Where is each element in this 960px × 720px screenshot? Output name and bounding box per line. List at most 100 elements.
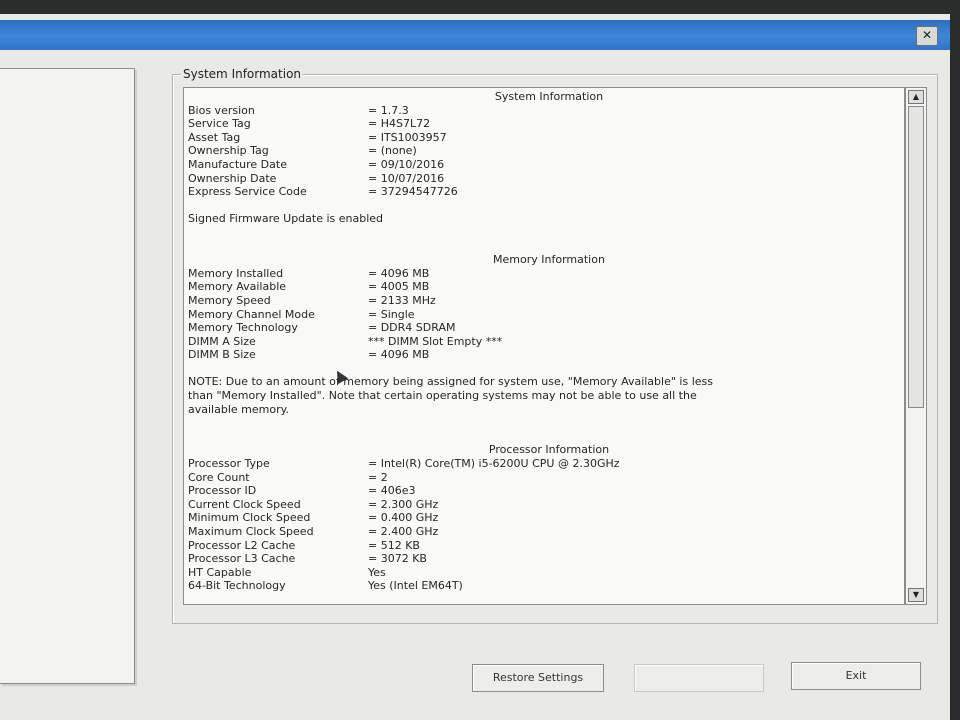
disabled-button [634, 664, 764, 692]
info-value: = 406e3 [368, 484, 416, 498]
info-label: Current Clock Speed [188, 497, 301, 511]
info-value: = 4096 MB [368, 266, 430, 280]
scroll-down-button[interactable]: ▼ [908, 588, 924, 602]
exit-button[interactable]: Exit [791, 662, 921, 690]
info-label: Express Service Code [188, 185, 307, 199]
info-value: = 4005 MB [368, 280, 430, 294]
window-titlebar: ✕ [0, 20, 950, 50]
navigation-panel[interactable] [0, 68, 135, 684]
info-value: = 0.400 GHz [368, 511, 439, 525]
info-value: = 512 KB [368, 538, 420, 552]
info-label: Bios version [188, 103, 255, 117]
info-row: Ownership Date = 10/07/2016 [188, 172, 900, 186]
info-label: Memory Speed [188, 293, 271, 307]
memory-heading: Memory Information [493, 253, 605, 267]
info-value: = Intel(R) Core(TM) i5-6200U CPU @ 2.30G… [368, 457, 620, 471]
info-row: Ownership Tag = (none) [188, 144, 900, 158]
restore-settings-button[interactable]: Restore Settings [472, 664, 604, 692]
info-row: Current Clock Speed = 2.300 GHz [188, 498, 900, 512]
info-label: Service Tag [188, 117, 251, 131]
info-row: Asset Tag = ITS1003957 [188, 131, 900, 145]
info-value: = 2133 MHz [368, 293, 436, 307]
info-label: Core Count [188, 470, 250, 484]
info-value: *** DIMM Slot Empty *** [368, 334, 503, 348]
info-value: = DDR4 SDRAM [368, 321, 456, 335]
info-value: = 09/10/2016 [368, 157, 445, 171]
info-row: Memory Speed = 2133 MHz [188, 294, 900, 308]
close-icon: ✕ [921, 28, 933, 42]
info-value: = 2 [368, 470, 388, 484]
info-value: = 2.400 GHz [368, 525, 439, 538]
processor-heading: Processor Information [488, 443, 610, 457]
memory-note-line: than "Memory Installed". Note that certa… [188, 389, 697, 403]
info-row: Minimum Clock Speed = 0.400 GHz [188, 511, 900, 525]
memory-note-line: available memory. [188, 402, 290, 416]
processor-rows: Processor Type = Intel(R) Core(TM) i5-620… [188, 457, 900, 593]
info-row: Manufacture Date = 09/10/2016 [188, 158, 900, 172]
info-value: = 37294547726 [368, 185, 458, 199]
info-row: Express Service Code = 37294547726 [188, 185, 900, 199]
info-row: DIMM A Size *** DIMM Slot Empty *** [188, 335, 900, 349]
info-label: Memory Installed [188, 266, 284, 280]
bios-screen: ✕ System Information System Information … [0, 14, 950, 720]
info-row: Service Tag = H4S7L72 [188, 117, 900, 131]
info-value: = 4096 MB [368, 348, 430, 362]
info-row: HT Capable Yes [188, 566, 900, 580]
scroll-thumb[interactable] [908, 106, 924, 408]
info-value: = H4S7L72 [368, 117, 431, 131]
info-label: DIMM B Size [188, 348, 256, 362]
group-title: System Information [181, 67, 304, 81]
info-label: Processor L3 Cache [188, 552, 296, 566]
info-label: Minimum Clock Speed [188, 511, 311, 525]
info-value: Yes [368, 565, 386, 579]
info-label: HT Capable [188, 565, 252, 579]
info-value: = 1.7.3 [368, 103, 409, 117]
info-label: Ownership Date [188, 171, 277, 185]
system-rows: Bios version = 1.7.3 Service Tag = H4S7L72… [188, 104, 900, 199]
info-label: Ownership Tag [188, 144, 269, 158]
arrow-down-icon: ▼ [912, 590, 920, 599]
info-row: 64-Bit Technology Yes (Intel EM64T) [188, 579, 900, 593]
memory-rows: Memory Installed = 4096 MB Memory Availab… [188, 267, 900, 362]
info-row: Memory Channel Mode = Single [188, 308, 900, 322]
firmware-note: Signed Firmware Update is enabled [188, 212, 384, 226]
info-value: = 3072 KB [368, 552, 427, 566]
system-heading: System Information [494, 90, 604, 103]
info-row: Processor Type = Intel(R) Core(TM) i5-620… [188, 457, 900, 471]
info-row: Bios version = 1.7.3 [188, 104, 900, 118]
info-label: Processor ID [188, 484, 257, 498]
info-value: = 2.300 GHz [368, 497, 439, 511]
information-content: System Information Bios version = 1.7.3 S… [183, 87, 905, 605]
info-value: = Single [368, 307, 415, 321]
info-label: 64-Bit Technology [188, 579, 286, 593]
close-button[interactable]: ✕ [916, 26, 938, 46]
scroll-up-button[interactable]: ▲ [908, 90, 924, 104]
info-label: Asset Tag [188, 130, 241, 144]
info-value: Yes (Intel EM64T) [368, 579, 463, 593]
info-row: DIMM B Size = 4096 MB [188, 348, 900, 362]
info-label: DIMM A Size [188, 334, 256, 348]
info-label: Memory Available [188, 280, 287, 294]
info-row: Core Count = 2 [188, 471, 900, 485]
info-value: = ITS1003957 [368, 130, 447, 144]
info-label: Maximum Clock Speed [188, 525, 314, 538]
info-label: Manufacture Date [188, 157, 287, 171]
system-information-group: System Information System Information Bi… [172, 67, 938, 624]
arrow-up-icon: ▲ [912, 92, 920, 101]
info-row: Memory Available = 4005 MB [188, 280, 900, 294]
info-label: Processor L2 Cache [188, 538, 296, 552]
info-row: Maximum Clock Speed = 2.400 GHz [188, 525, 900, 539]
info-value: = (none) [368, 144, 417, 158]
info-row: Memory Installed = 4096 MB [188, 267, 900, 281]
vertical-scrollbar[interactable]: ▲ ▼ [905, 87, 927, 605]
info-row: Processor L2 Cache = 512 KB [188, 539, 900, 553]
info-value: = 10/07/2016 [368, 171, 445, 185]
info-row: Processor L3 Cache = 3072 KB [188, 552, 900, 566]
info-label: Memory Technology [188, 321, 298, 335]
